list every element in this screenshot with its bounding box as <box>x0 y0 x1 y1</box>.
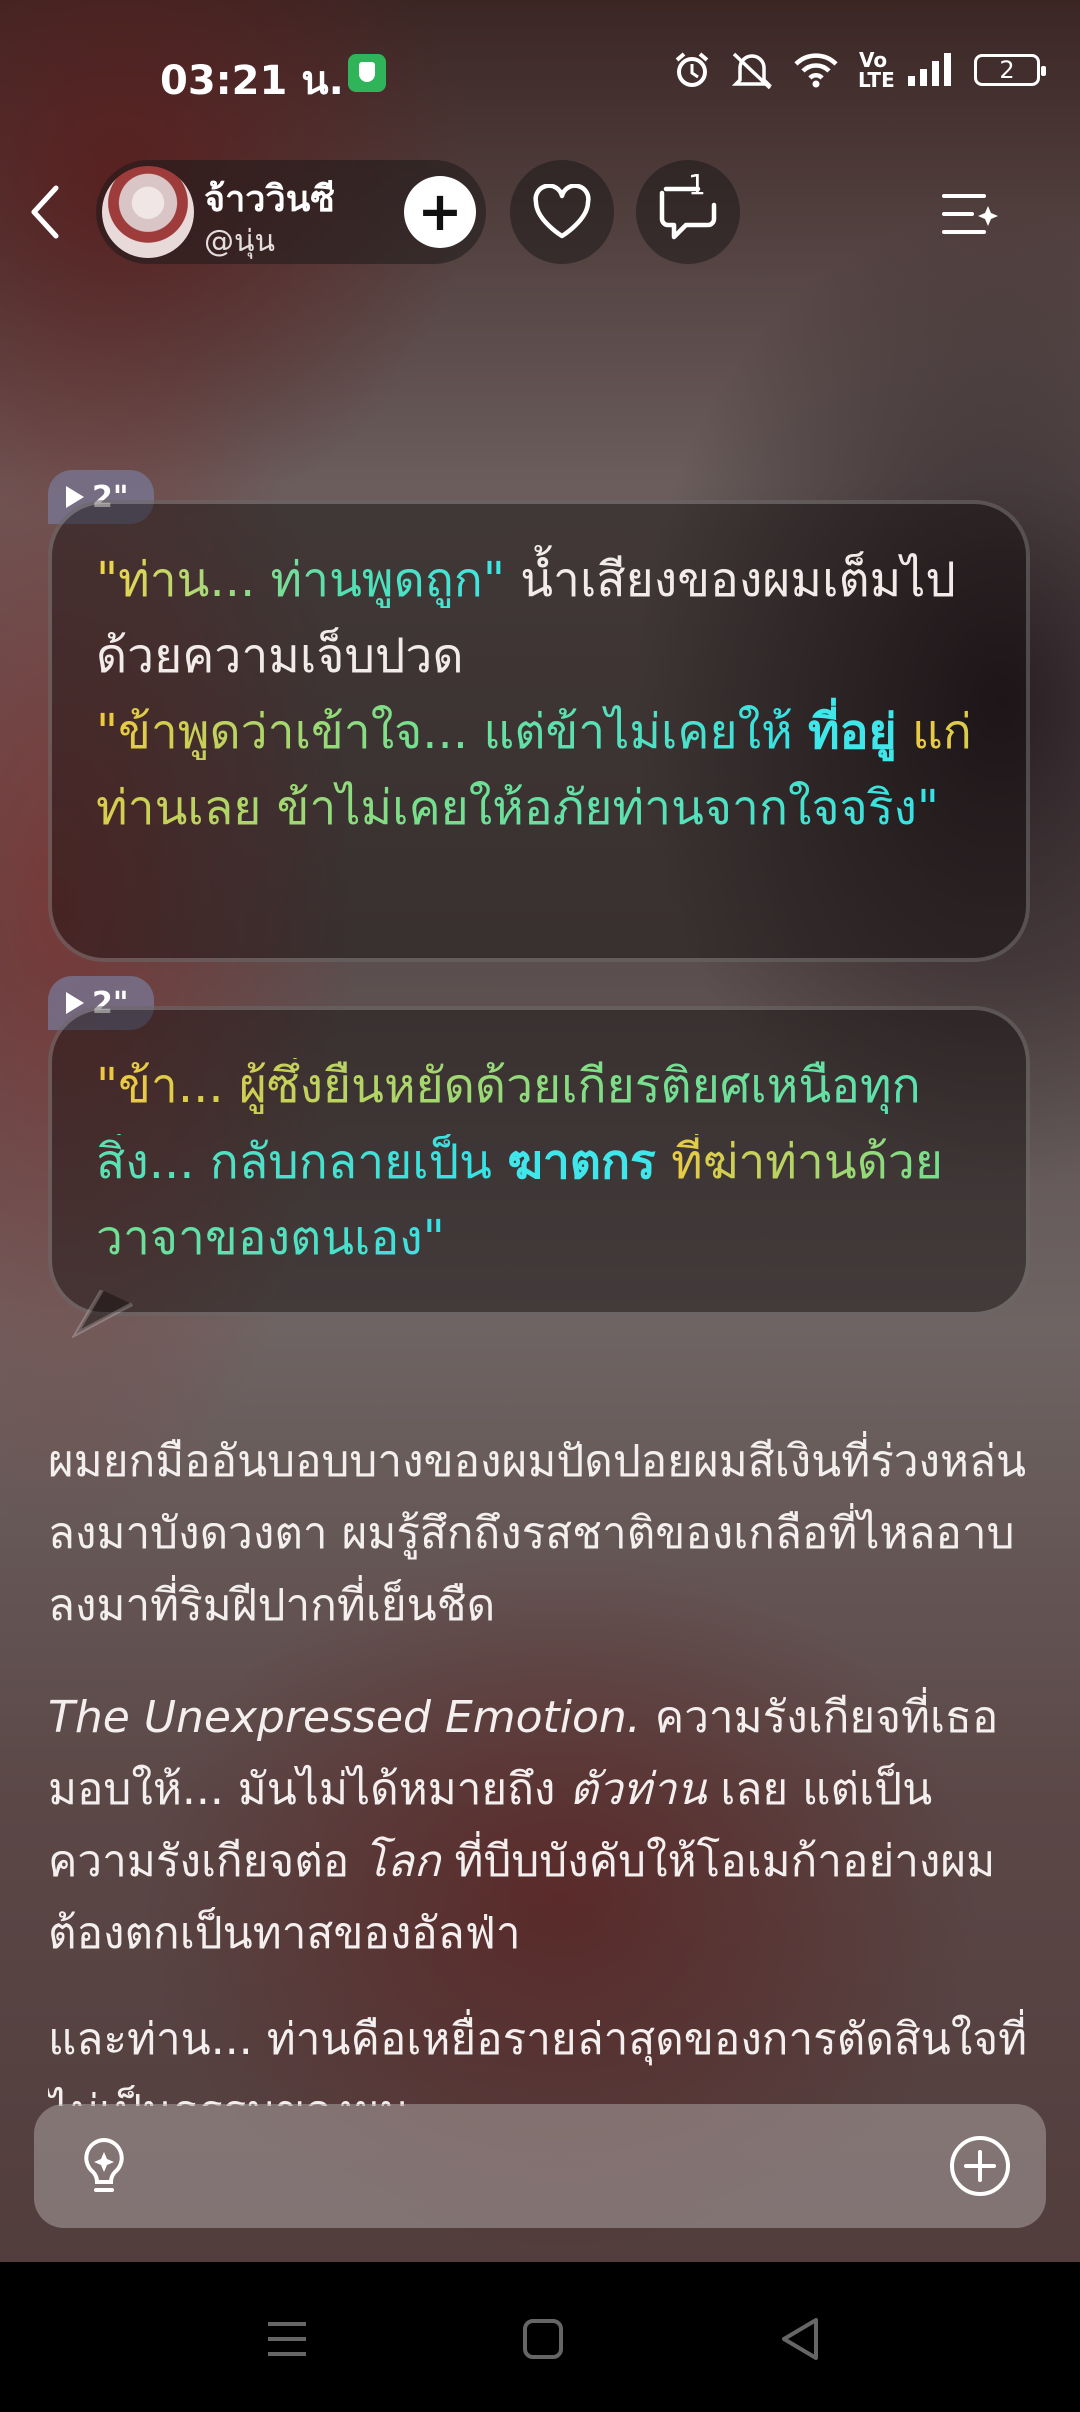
dialogue-quote: "ท่าน... ท่านพูดถูก" <box>96 552 505 608</box>
narrative-paragraph: ผมยกมืออันบอบบางของผมปัดปอยผมสีเงินที่ร่… <box>48 1436 1027 1631</box>
message-bubble: "ข้า... ผู้ซึ่งยืนหยัดด้วยเกียรติยศเหนือ… <box>48 1006 1030 1316</box>
shield-app-icon <box>348 54 386 92</box>
wifi-icon <box>794 53 838 88</box>
add-circle-icon[interactable] <box>948 2134 1012 2198</box>
emphasis-text: ที่อยู่ <box>807 704 897 760</box>
message-bubble: "ท่าน... ท่านพูดถูก" น้ำเสียงของผมเต็มไป… <box>48 500 1030 962</box>
message-input-bar[interactable] <box>34 2104 1046 2228</box>
mute-icon <box>731 52 773 90</box>
dialogue-quote: "ข้าพูดว่าเข้าใจ... แต่ข้าไม่เคยให้ <box>96 704 808 760</box>
nav-back-icon[interactable] <box>776 2314 826 2364</box>
status-bar: 03:21 น. Vo LTE 2 <box>0 0 1080 150</box>
narrative-paragraph: The Unexpressed Emotion. ความรังเกียจที่… <box>48 1682 1038 1970</box>
volte-label: Vo LTE <box>858 48 895 92</box>
menu-sparkle-icon[interactable] <box>940 184 1000 244</box>
clock: 03:21 น. <box>160 58 344 104</box>
avatar[interactable] <box>102 166 194 258</box>
narrative-paragraph: และท่าน... ท่านคือเหยื่อรายล่าสุดของการต… <box>48 2014 1028 2106</box>
profile-handle: @นุ่น <box>204 224 276 259</box>
signal-icon <box>908 53 951 86</box>
bubble-tail <box>72 1290 133 1338</box>
nav-menu-icon[interactable] <box>262 2314 312 2364</box>
follow-button[interactable]: + <box>404 176 476 248</box>
alarm-icon <box>675 52 709 87</box>
italic-text: ตัวท่าน <box>569 1764 707 1815</box>
comment-count: 1 <box>688 168 706 201</box>
emphasis-text: ฆาตกร <box>507 1134 656 1190</box>
profile-pill[interactable]: จ้าววินซี @นุ่น + <box>96 160 486 264</box>
italic-text: โลก <box>363 1836 441 1887</box>
battery-level: 2 <box>999 56 1015 84</box>
system-nav-bar <box>0 2262 1080 2412</box>
heart-icon <box>533 184 591 239</box>
like-button[interactable] <box>510 160 614 264</box>
italic-text: The Unexpressed Emotion. <box>48 1692 641 1743</box>
chat-header: จ้าววินซี @นุ่น + 1 <box>0 158 1080 268</box>
back-icon[interactable] <box>22 182 72 242</box>
lightbulb-icon[interactable] <box>72 2134 136 2198</box>
battery-icon: 2 <box>974 54 1046 86</box>
status-icons: Vo LTE 2 <box>672 48 1046 92</box>
comment-button[interactable]: 1 <box>636 160 740 264</box>
nav-home-icon[interactable] <box>518 2314 568 2364</box>
